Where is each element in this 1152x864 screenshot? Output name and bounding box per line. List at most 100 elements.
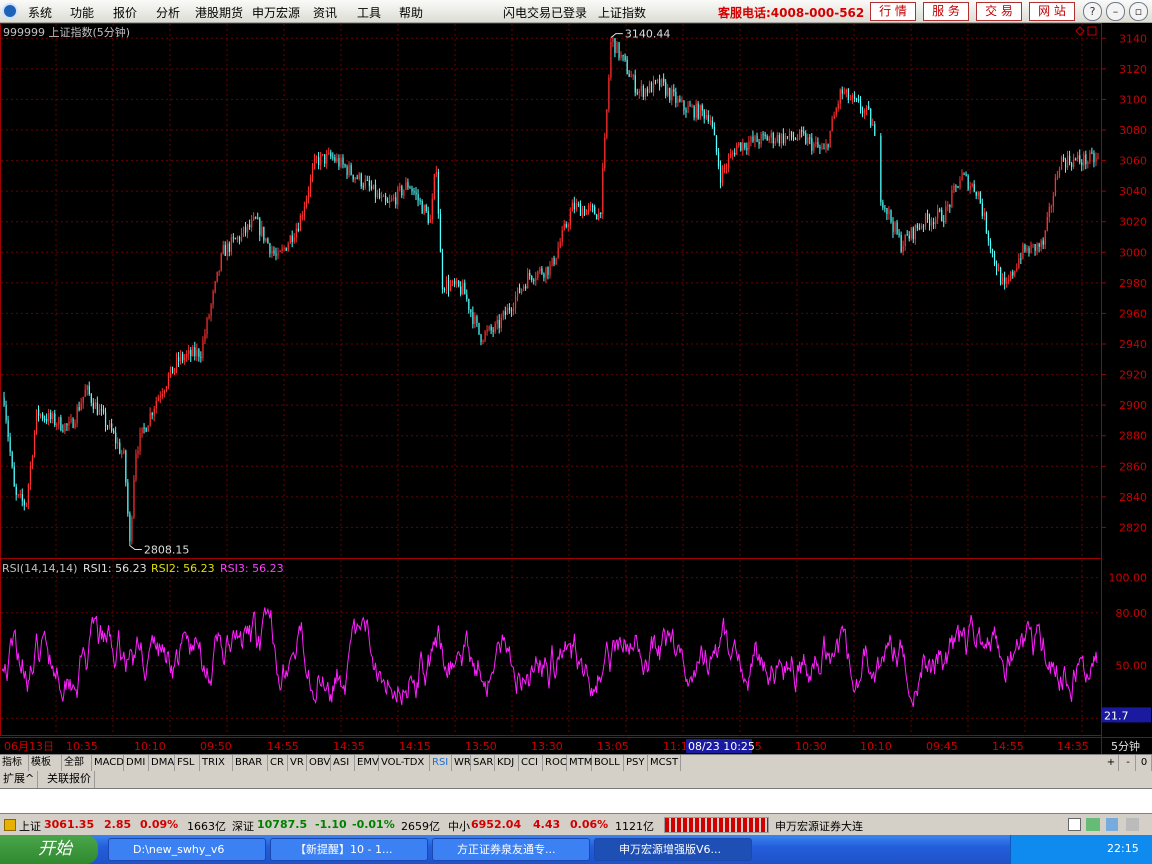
help-icon[interactable]: ? [1083,2,1102,21]
candle-body [886,208,888,215]
indicator-tab-mcst[interactable]: MCST [648,755,681,771]
period-label[interactable]: 5分钟 [1111,739,1140,753]
candle-body [299,215,302,232]
candle-body [541,268,543,274]
indicator-tab-dmi[interactable]: DMI [124,755,149,771]
trade-button[interactable]: 交 易 [976,2,1022,21]
candle-body [663,78,665,83]
indicator-tab-模板[interactable]: 模板 [29,755,62,771]
menu-item-swhy[interactable]: 申万宏源 [252,4,300,21]
candle-body [344,164,346,167]
indicator-tab-mtm[interactable]: MTM [567,755,592,771]
candle-body [490,326,492,331]
candle-body [456,280,458,285]
candle-body [358,173,360,179]
minimize-icon[interactable]: – [1106,2,1125,21]
candle-body [184,357,186,361]
indicator-tab-vr[interactable]: VR [288,755,307,771]
candle-body [70,418,72,422]
indicator-tab-roc[interactable]: ROC [543,755,567,771]
date-tick-label: 14:35 [1057,740,1089,753]
zoom-in-button[interactable]: + [1104,755,1119,771]
candle-body [604,137,606,169]
cursor-time: 08/23 10:25 [688,740,755,753]
service-hotline: 客服电话:4008-000-562 [718,6,865,20]
candle-body [590,205,592,207]
candle-body [305,198,308,207]
candle-body [279,250,281,252]
website-button[interactable]: 网 站 [1029,2,1075,21]
candle-body [636,92,638,94]
indicator-tab-brar[interactable]: BRAR [233,755,268,771]
menu-item-system[interactable]: 系统 [28,4,52,21]
candle-body [973,184,975,192]
indicator-tab-trix[interactable]: TRIX [200,755,233,771]
indicator-tab-asi[interactable]: ASI [331,755,355,771]
menu-item-quote[interactable]: 报价 [113,4,137,21]
maximize-icon[interactable]: ▫ [1129,2,1148,21]
candle-body [898,233,900,236]
candle-body [17,494,19,496]
checkbox-icon[interactable] [1068,818,1081,831]
menu-item-news[interactable]: 资讯 [313,4,337,21]
menu-item-tools[interactable]: 工具 [357,4,381,21]
candle-body [961,173,963,181]
indicator-tab-boll[interactable]: BOLL [592,755,624,771]
menu-item-analysis[interactable]: 分析 [156,4,180,21]
candle-body [646,88,649,93]
indicator-tab-kdj[interactable]: KDJ [495,755,519,771]
candle-body [667,88,669,96]
indicator-tab-sar[interactable]: SAR [471,755,495,771]
candle-body [665,82,667,96]
task-browser[interactable]: 【新提醒】10 - 1... [270,838,428,861]
candle-body [553,258,555,265]
candle-body [807,137,809,144]
candle-body [281,248,283,251]
candle-body [616,42,618,54]
candle-body [342,157,344,165]
expand-tab[interactable]: 扩展^ [0,771,39,788]
indicator-tab-rsi[interactable]: RSI [430,755,452,771]
indicator-tab-emv[interactable]: EMV [355,755,379,771]
candle-body [874,124,876,136]
service-button[interactable]: 服 务 [923,2,969,21]
kline-chart[interactable]: 3140 3120 3100 3080 3060 3040 3020 3000 2980 2960… [0,23,1152,754]
indicator-tab-全部[interactable]: 全部 [62,755,92,771]
menu-item-hk-futures[interactable]: 港股期货 [195,4,243,21]
related-quote-tab[interactable]: 关联报价 [44,771,95,788]
candle-body [35,409,38,433]
menu-item-help[interactable]: 帮助 [399,4,423,21]
indicator-tab-obv[interactable]: OBV [307,755,331,771]
indicator-tab-macd[interactable]: MACD [92,755,124,771]
candle-body [516,287,519,297]
indicator-tab-fsl[interactable]: FSL [175,755,200,771]
kline-chart-area[interactable]: 3140 3120 3100 3080 3060 3040 3020 3000 2980 2960… [0,23,1152,754]
candle-body [312,167,314,178]
candle-body [157,397,159,401]
indicator-tab-vol-tdx[interactable]: VOL-TDX [379,755,430,771]
indicator-tab-wr[interactable]: WR [452,755,471,771]
start-button[interactable]: 开始 [0,835,98,864]
quote-button[interactable]: 行 情 [870,2,916,21]
zoom-out-button[interactable]: - [1121,755,1136,771]
extension-bar: 扩展^ 关联报价 [0,771,1152,788]
candle-body [947,204,949,207]
indicator-tab-dma[interactable]: DMA [149,755,175,771]
menu-item-function[interactable]: 功能 [70,4,94,21]
indicator-tab-psy[interactable]: PSY [624,755,648,771]
task-fangzheng[interactable]: 方正证券泉友通专... [432,838,590,861]
candle-body [147,425,149,432]
task-swhy[interactable]: 申万宏源增强版V6... [594,838,752,861]
candle-body [303,206,306,216]
candle-body [1034,244,1036,251]
reset-button[interactable]: 0 [1137,755,1152,771]
indicator-tab-cr[interactable]: CR [268,755,288,771]
task-folder[interactable]: D:\new_swhy_v6 [108,838,266,861]
candle-body [309,177,312,192]
candle-body [514,296,517,309]
indicator-tab-cci[interactable]: CCI [519,755,543,771]
candle-body [906,234,908,236]
candle-body [1030,244,1032,254]
candle-body [888,210,890,215]
indicator-tab-指标[interactable]: 指标 [0,755,29,771]
